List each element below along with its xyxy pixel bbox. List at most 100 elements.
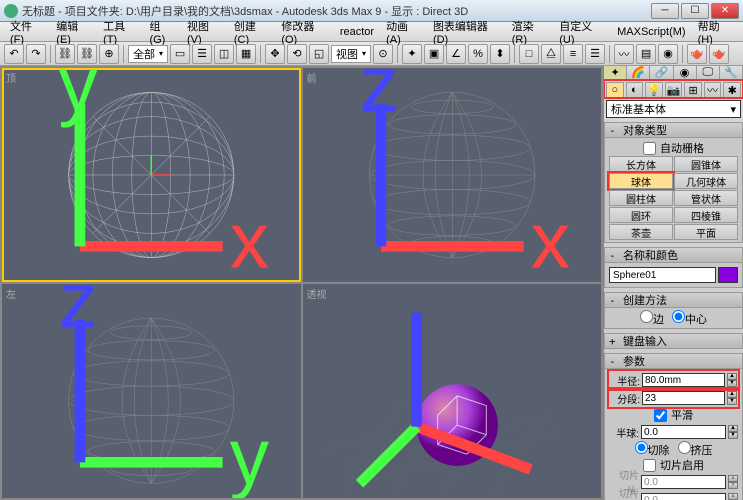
- tube-button[interactable]: 管状体: [674, 190, 738, 206]
- edge-radio[interactable]: 边: [640, 310, 664, 327]
- menu-create[interactable]: 创建(C): [228, 16, 275, 48]
- display-tab[interactable]: 🖵: [697, 66, 720, 79]
- snap-button[interactable]: ▣: [424, 44, 444, 64]
- geometry-subtab[interactable]: ○: [606, 82, 624, 98]
- rotate-button[interactable]: ⟲: [287, 44, 307, 64]
- parameters-rollout[interactable]: -参数: [604, 353, 743, 369]
- keyboard-input-rollout[interactable]: +键盘输入: [604, 333, 743, 349]
- svg-text:x: x: [230, 197, 269, 282]
- center-radio[interactable]: 中心: [672, 310, 707, 327]
- pivot-button[interactable]: ⊙: [373, 44, 393, 64]
- helpers-subtab[interactable]: ⊞: [684, 82, 702, 98]
- layers-button[interactable]: ☰: [585, 44, 605, 64]
- bind-button[interactable]: ⊕: [99, 44, 119, 64]
- window-crossing-button[interactable]: ▦: [236, 44, 256, 64]
- pyramid-button[interactable]: 四棱锥: [674, 207, 738, 223]
- segments-spinner[interactable]: 23: [642, 391, 725, 405]
- object-type-rollout[interactable]: -对象类型: [604, 122, 743, 138]
- schematic-button[interactable]: ▤: [636, 44, 656, 64]
- move-button[interactable]: ✥: [265, 44, 285, 64]
- unlink-button[interactable]: ⛓: [77, 44, 97, 64]
- sphere-button[interactable]: 球体: [609, 173, 673, 189]
- selection-filter[interactable]: 全部: [128, 45, 168, 63]
- menu-file[interactable]: 文件(F): [4, 16, 50, 48]
- viewport-left[interactable]: 左 yz: [2, 284, 301, 498]
- minimize-button[interactable]: ─: [651, 3, 679, 19]
- menu-maxscript[interactable]: MAXScript(M): [611, 24, 691, 40]
- name-color-rollout[interactable]: -名称和颜色: [604, 247, 743, 263]
- menu-render[interactable]: 渲染(R): [506, 16, 553, 48]
- cylinder-button[interactable]: 圆柱体: [609, 190, 673, 206]
- object-name-field[interactable]: Sphere01: [609, 267, 716, 283]
- menu-edit[interactable]: 编辑(E): [50, 16, 97, 48]
- spacewarps-subtab[interactable]: 〰: [704, 82, 722, 98]
- quick-render-button[interactable]: 🫖: [709, 44, 729, 64]
- auto-grid-checkbox[interactable]: [643, 142, 656, 155]
- menu-reactor[interactable]: reactor: [334, 24, 380, 40]
- undo-button[interactable]: ↶: [4, 44, 24, 64]
- svg-text:z: z: [359, 68, 398, 128]
- select-region-button[interactable]: ◫: [214, 44, 234, 64]
- category-dropdown[interactable]: 标准基本体▾: [606, 100, 741, 118]
- geosphere-button[interactable]: 几何球体: [674, 173, 738, 189]
- smooth-checkbox[interactable]: [654, 409, 667, 422]
- hemisphere-spinner[interactable]: 0.0: [641, 425, 726, 439]
- menu-animation[interactable]: 动画(A): [380, 16, 427, 48]
- mirror-button[interactable]: ⧋: [541, 44, 561, 64]
- command-panel: ✦ 🌈 🔗 ◉ 🖵 🔧 ○ ◐ 💡 📷 ⊞ 〰 ✱ 标准基本体▾ -对象类型 自…: [603, 66, 743, 500]
- ref-coord-dropdown[interactable]: 视图: [331, 45, 371, 63]
- angle-snap-button[interactable]: ∠: [446, 44, 466, 64]
- menu-graph[interactable]: 图表编辑器(D): [427, 16, 506, 48]
- slice-to-spinner: 0.0: [641, 493, 726, 500]
- link-button[interactable]: ⛓: [55, 44, 75, 64]
- viewport-perspective[interactable]: 透视: [303, 284, 602, 498]
- viewport-front[interactable]: 前 xz: [303, 68, 602, 282]
- lights-subtab[interactable]: 💡: [645, 82, 663, 98]
- menu-tools[interactable]: 工具(T): [97, 16, 143, 48]
- teapot-button[interactable]: 茶壶: [609, 224, 673, 240]
- viewport-top[interactable]: 顶 xy: [2, 68, 301, 282]
- curve-editor-button[interactable]: 〰: [614, 44, 634, 64]
- modify-tab[interactable]: 🌈: [627, 66, 650, 79]
- radius-down[interactable]: ▼: [727, 380, 737, 387]
- render-scene-button[interactable]: 🫖: [687, 44, 707, 64]
- creation-method-rollout[interactable]: -创建方法: [604, 292, 743, 308]
- plane-button[interactable]: 平面: [674, 224, 738, 240]
- segs-up[interactable]: ▲: [727, 391, 737, 398]
- torus-button[interactable]: 圆环: [609, 207, 673, 223]
- menu-modifiers[interactable]: 修改器(O): [275, 16, 333, 48]
- slice-checkbox[interactable]: [643, 459, 656, 472]
- spinner-snap-button[interactable]: ⬍: [490, 44, 510, 64]
- material-button[interactable]: ◉: [658, 44, 678, 64]
- squash-radio[interactable]: 挤压: [678, 441, 713, 458]
- radius-spinner[interactable]: 80.0mm: [642, 373, 725, 387]
- utilities-tab[interactable]: 🔧: [720, 66, 743, 79]
- menu-group[interactable]: 组(G): [143, 16, 181, 48]
- select-name-button[interactable]: ☰: [192, 44, 212, 64]
- box-button[interactable]: 长方体: [609, 156, 673, 172]
- cameras-subtab[interactable]: 📷: [665, 82, 683, 98]
- menu-customize[interactable]: 自定义(U): [553, 16, 611, 48]
- create-tab[interactable]: ✦: [604, 66, 627, 79]
- align-button[interactable]: ≡: [563, 44, 583, 64]
- hemi-up[interactable]: ▲: [728, 425, 738, 432]
- cone-button[interactable]: 圆锥体: [674, 156, 738, 172]
- motion-tab[interactable]: ◉: [674, 66, 697, 79]
- menu-view[interactable]: 视图(V): [181, 16, 228, 48]
- redo-button[interactable]: ↷: [26, 44, 46, 64]
- named-sel-button[interactable]: □: [519, 44, 539, 64]
- segs-down[interactable]: ▼: [727, 398, 737, 405]
- hemi-down[interactable]: ▼: [728, 432, 738, 439]
- color-swatch[interactable]: [718, 267, 738, 283]
- hierarchy-tab[interactable]: 🔗: [650, 66, 673, 79]
- manipulate-button[interactable]: ✦: [402, 44, 422, 64]
- menu-help[interactable]: 帮助(H): [692, 16, 739, 48]
- select-button[interactable]: ▭: [170, 44, 190, 64]
- radius-up[interactable]: ▲: [727, 373, 737, 380]
- menu-bar: 文件(F) 编辑(E) 工具(T) 组(G) 视图(V) 创建(C) 修改器(O…: [0, 22, 743, 42]
- scale-button[interactable]: ◱: [309, 44, 329, 64]
- percent-snap-button[interactable]: %: [468, 44, 488, 64]
- systems-subtab[interactable]: ✱: [723, 82, 741, 98]
- shapes-subtab[interactable]: ◐: [626, 82, 644, 98]
- chop-radio[interactable]: 切除: [635, 441, 670, 458]
